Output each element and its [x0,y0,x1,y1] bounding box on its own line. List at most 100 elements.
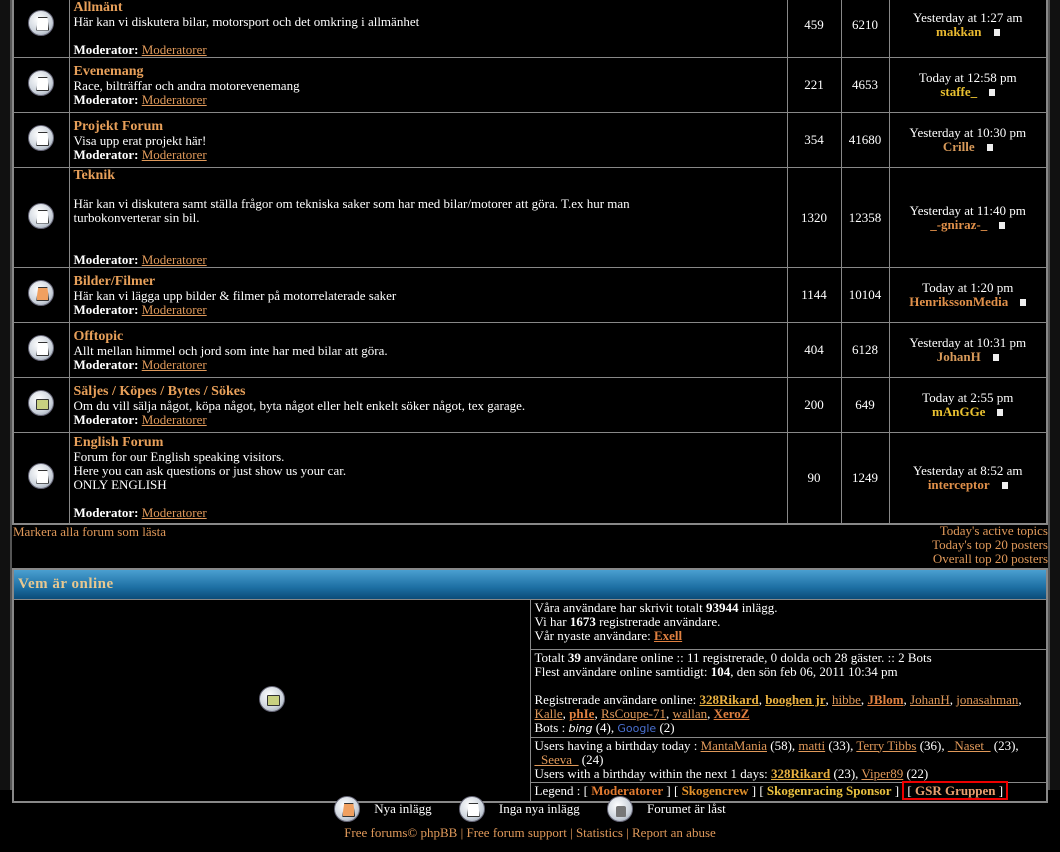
online-user-link[interactable]: XeroZ [714,706,750,721]
moderator-label: Moderator: [73,42,139,57]
birthday-user-link[interactable]: Terry Tibbs [856,738,916,753]
forum-title-link[interactable]: English Forum [74,435,164,450]
forum-description: turbokonverterar sin bil. [73,210,200,225]
online-user-link[interactable]: hibbe [832,692,861,707]
left-gutter [0,0,12,790]
forum-description: Här kan vi lägga upp bilder & filmer på … [73,287,397,303]
view-latest-post-icon[interactable] [1020,299,1027,306]
overall-top-posters-link[interactable]: Overall top 20 posters [932,552,1048,566]
last-post-user-link[interactable]: makkan [936,24,982,39]
moderator-link[interactable]: Moderatorer [142,357,207,372]
view-latest-post-icon[interactable] [997,409,1004,416]
no-new-posts-icon [28,125,55,151]
online-user-link[interactable]: phIe [569,706,594,721]
moderator-link[interactable]: Moderatorer [142,252,207,267]
moderator-link[interactable]: Moderatorer [142,92,207,107]
forum-title-link[interactable]: Bilder/Filmer [74,274,156,289]
stats-links: Today's active topics Today's top 20 pos… [932,524,1048,566]
forum-title-link[interactable]: Offtopic [74,329,124,344]
online-user-link[interactable]: JohanH [910,692,950,707]
moderator-label: Moderator: [73,505,139,521]
forum-status-cell [12,167,70,268]
bots-label: Bots : [534,719,569,735]
online-user-link[interactable]: wallan [672,706,707,721]
online-user-link[interactable]: Kalle [535,706,563,721]
forum-status-cell [12,322,70,378]
last-post-user-link[interactable]: Crille [943,139,975,154]
last-post-user-link[interactable]: JohanH [937,349,981,364]
birthday-user-link[interactable]: Viper89 [861,766,903,781]
who-is-online-panel: Vem är online Våra användare har skrivit… [12,568,1048,803]
birthday-user-link[interactable]: _Naset_ [948,738,991,753]
report-abuse-link[interactable]: Report an abuse [632,825,716,840]
forum-description: Allt mellan himmel och jord som inte har… [73,342,388,358]
todays-top-posters-link[interactable]: Today's top 20 posters [932,538,1048,552]
moderator-link[interactable]: Moderatorer [142,505,207,520]
todays-active-topics-link[interactable]: Today's active topics [932,524,1048,538]
forum-title-link[interactable]: Säljes / Köpes / Bytes / Sökes [74,384,246,399]
moderator-link[interactable]: Moderatorer [142,412,207,427]
moderator-link[interactable]: Moderatorer [142,147,207,162]
forum-table: Allmänt Här kan vi diskutera bilar, motor… [12,0,1048,525]
forum-row: Bilder/Filmer Här kan vi lägga upp bilder… [12,267,1048,323]
forum-info: Säljes / Köpes / Bytes / Sökes Om du vill… [68,377,788,433]
birthday-age: (33) [828,737,851,753]
moderator-link[interactable]: Moderatorer [142,302,207,317]
birthday-user-link[interactable]: matti [798,738,825,753]
view-latest-post-icon[interactable] [999,221,1006,229]
statistics-link[interactable]: Statistics [576,825,623,840]
newest-user-link[interactable]: Exell [654,628,682,643]
last-post-user-link[interactable]: staffe_ [940,84,977,99]
view-latest-post-icon[interactable] [986,144,993,151]
online-user-link[interactable]: 328Rikard [699,692,758,707]
online-user-link[interactable]: booghen jr [765,692,825,707]
view-latest-post-icon[interactable] [989,89,996,96]
view-latest-post-icon[interactable] [992,354,999,361]
moderator-label: Moderator: [73,301,139,317]
posts-count: 10104 [840,267,890,323]
new-posts-icon [334,796,361,822]
birthday-user-link[interactable]: _Seeva_ [535,752,579,767]
birthday-user-link[interactable]: 328Rikard [771,766,830,781]
forum-description: Här kan vi diskutera samt ställa frågor … [73,196,630,211]
online-user-link[interactable]: RsCoupe-71 [601,706,666,721]
registered-label: Registrerade användare online: [534,691,700,707]
forum-status-cell [12,0,70,58]
last-post-user-link[interactable]: _-gniraz-_ [930,217,987,232]
moderator-link[interactable]: Moderatorer [142,42,207,57]
topics-count: 404 [786,322,842,378]
online-user-link[interactable]: JBlom [867,692,903,707]
birthday-user-link[interactable]: MantaMania [701,738,767,753]
online-user-link[interactable]: jonasahman [956,692,1018,707]
birthday-age: (36) [919,737,942,753]
stat-text: inlägg. [738,599,778,615]
forum-info: Bilder/Filmer Här kan vi lägga upp bilder… [68,267,788,323]
mark-all-read-link[interactable]: Markera alla forum som lästa [13,524,166,540]
last-post-time: Today at 12:58 pm [918,70,1017,85]
last-post-user-link[interactable]: interceptor [928,477,990,492]
forum-info: English Forum Forum for our English speak… [68,432,788,524]
forum-row: Allmänt Här kan vi diskutera bilar, motor… [12,0,1048,58]
last-post-user-link[interactable]: HenrikssonMedia [909,294,1008,309]
forum-title-link[interactable]: Evenemang [74,64,144,79]
forum-row: Teknik Här kan vi diskutera samt ställa f… [12,167,1048,268]
online-now: Totalt 39 användare online :: 11 registr… [529,648,1048,738]
forum-status-cell [12,432,70,524]
folder-icon [28,390,55,416]
forum-row: Säljes / Köpes / Bytes / Sökes Om du vill… [12,377,1048,433]
view-latest-post-icon[interactable] [993,28,1000,36]
moderator-label: Moderator: [73,252,139,267]
max-online: 104 [710,663,731,679]
stat-text: registrerade användare. [595,613,721,629]
free-forum-support-link[interactable]: Free forum support [466,825,566,840]
locked-label: Forumet är låst [647,801,726,816]
free-forums-link[interactable]: Free forums© phpBB [344,825,457,840]
view-latest-post-icon[interactable] [1001,481,1008,489]
moderator-label: Moderator: [73,146,139,162]
topics-count: 200 [786,377,842,433]
last-post-user-link[interactable]: mAnGGe [932,404,985,419]
forum-title-link[interactable]: Allmänt [74,0,123,15]
new-posts-icon [28,280,55,306]
forum-title-link[interactable]: Teknik [74,168,116,183]
forum-title-link[interactable]: Projekt Forum [74,119,164,134]
